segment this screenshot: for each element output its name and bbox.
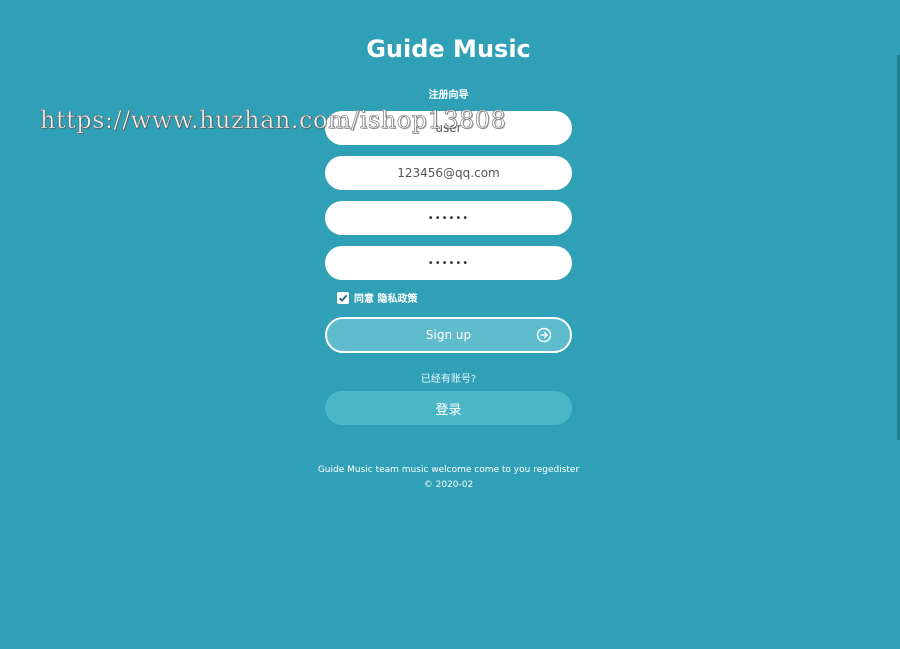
signup-page: https://www.huzhan.com/ishop13808 Guide …: [0, 0, 900, 649]
email-input[interactable]: [325, 156, 572, 190]
login-button-label: 登录: [435, 402, 462, 418]
footer: Guide Music team music welcome come to y…: [285, 463, 612, 493]
have-account-text: 已经有账号?: [420, 374, 477, 385]
checkmark-icon: [338, 294, 348, 302]
agree-privacy-row: 同意 隐私政策: [337, 290, 417, 305]
footer-copyright: © 2020-02: [423, 480, 474, 490]
agree-label[interactable]: 同意 隐私政策: [354, 290, 417, 305]
footer-line-1: Guide Music team music welcome come to y…: [317, 465, 580, 475]
confirm-password-input[interactable]: [325, 246, 572, 280]
app-title: Guide Music: [366, 35, 531, 63]
username-input[interactable]: [325, 111, 572, 145]
agree-checkbox[interactable]: [337, 291, 349, 304]
login-button[interactable]: 登录: [325, 391, 572, 425]
arrow-right-circle-icon: [536, 327, 552, 343]
password-input[interactable]: [325, 201, 572, 235]
signup-button[interactable]: Sign up: [325, 317, 572, 353]
signup-button-label: Sign up: [425, 328, 472, 342]
page-subtitle: 注册向导: [428, 90, 469, 101]
